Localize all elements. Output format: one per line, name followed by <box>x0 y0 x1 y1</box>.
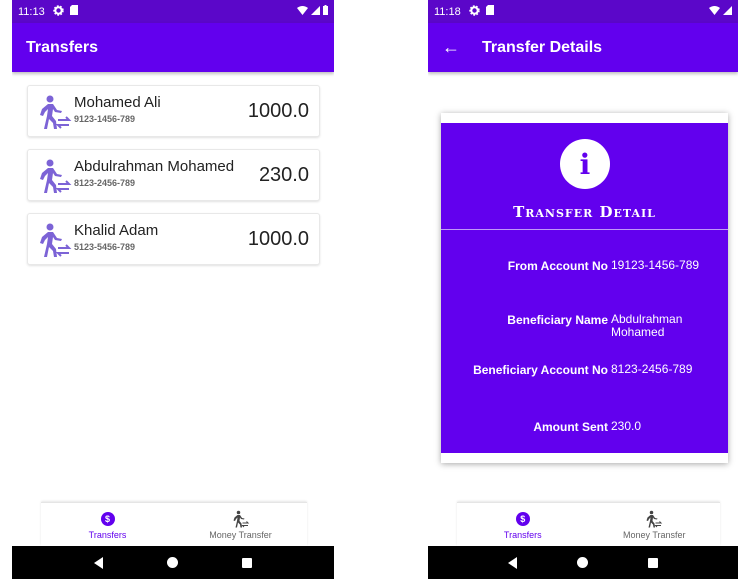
nav-label: Transfers <box>503 529 542 540</box>
battery-icon <box>323 5 328 18</box>
system-navigation-bar <box>12 546 334 579</box>
detail-label: Beneficiary Name <box>507 313 608 327</box>
detail-value: 19123-1456-789 <box>611 258 700 272</box>
detail-label: Beneficiary Account No <box>473 363 608 377</box>
walking-transfer-icon <box>645 510 663 528</box>
recents-square-icon[interactable] <box>242 557 252 568</box>
page-title: Transfer Details <box>482 38 603 56</box>
transfer-detail-card: i Transfer Detail From Account No 19123-… <box>441 113 728 463</box>
system-navigation-bar <box>428 546 738 579</box>
signal-icon <box>723 5 732 18</box>
bottom-navigation: $ Transfers Money Transfer <box>457 502 720 546</box>
beneficiary-name: Khalid Adam <box>74 222 159 239</box>
walking-transfer-icon <box>232 510 250 528</box>
nav-money-transfer[interactable]: Money Transfer <box>589 503 721 546</box>
bottom-navigation: $ Transfers Money Transfer <box>41 502 307 546</box>
nav-label: Transfers <box>88 529 127 540</box>
recents-square-icon[interactable] <box>648 557 658 568</box>
transfer-list: Mohamed Ali 9123-1456-789 1000.0 Abdulra… <box>12 72 334 265</box>
page-title: Transfers <box>26 38 99 56</box>
signal-icon <box>311 5 320 18</box>
info-icon: i <box>560 139 610 189</box>
dollar-icon: $ <box>100 511 115 526</box>
status-time: 11:18 <box>434 5 461 18</box>
transfer-card[interactable]: Abdulrahman Mohamed 8123-2456-789 230.0 <box>27 149 320 201</box>
transfer-card[interactable]: Mohamed Ali 9123-1456-789 1000.0 <box>27 85 320 137</box>
transfer-amount: 230.0 <box>258 164 309 186</box>
dollar-icon: $ <box>515 511 530 526</box>
back-triangle-icon[interactable] <box>94 556 103 569</box>
nav-money-transfer[interactable]: Money Transfer <box>174 503 307 546</box>
transfer-amount: 1000.0 <box>247 228 309 250</box>
home-circle-icon[interactable] <box>167 557 178 568</box>
nav-label: Money Transfer <box>209 529 272 540</box>
gear-icon <box>52 4 64 19</box>
transfer-amount: 1000.0 <box>247 100 309 122</box>
account-number: 9123-1456-789 <box>74 114 136 124</box>
detail-label: From Account No <box>507 259 608 273</box>
detail-value: Abdulrahman Mohamed <box>611 312 683 339</box>
nav-label: Money Transfer <box>622 529 686 540</box>
nav-transfers[interactable]: $ Transfers <box>457 503 589 546</box>
walking-transfer-icon <box>38 94 72 130</box>
beneficiary-name: Abdulrahman Mohamed <box>74 158 235 175</box>
app-bar: Transfers <box>12 23 334 72</box>
account-number: 5123-5456-789 <box>74 242 136 252</box>
wifi-icon <box>709 5 720 18</box>
detail-title: Transfer Detail <box>513 203 656 221</box>
status-bar: 11:18 <box>428 0 738 23</box>
back-triangle-icon[interactable] <box>508 556 517 569</box>
transfer-card[interactable]: Khalid Adam 5123-5456-789 1000.0 <box>27 213 320 265</box>
wifi-icon <box>297 5 308 18</box>
status-time: 11:13 <box>18 5 45 18</box>
app-bar: ← Transfer Details <box>428 23 738 72</box>
account-number: 8123-2456-789 <box>74 178 136 188</box>
beneficiary-name: Mohamed Ali <box>74 94 161 111</box>
walking-transfer-icon <box>38 158 72 194</box>
gear-icon <box>468 4 480 19</box>
detail-label: Amount Sent <box>533 420 608 434</box>
sd-card-icon <box>69 5 78 18</box>
home-circle-icon[interactable] <box>577 557 588 568</box>
back-arrow-icon[interactable]: ← <box>442 37 460 58</box>
sd-card-icon <box>485 5 494 18</box>
nav-transfers[interactable]: $ Transfers <box>41 503 174 546</box>
transfers-screen: 11:13 Transfers Mohamed Ali 9123-1456-78… <box>12 0 334 579</box>
detail-value: 8123-2456-789 <box>611 362 693 376</box>
divider <box>441 229 728 230</box>
walking-transfer-icon <box>38 222 72 258</box>
transfer-details-screen: 11:18 ← Transfer Details i Transfer Deta… <box>428 0 738 579</box>
transfer-detail-panel: i Transfer Detail From Account No 19123-… <box>441 123 728 453</box>
status-bar: 11:13 <box>12 0 334 23</box>
detail-value: 230.0 <box>611 419 642 433</box>
